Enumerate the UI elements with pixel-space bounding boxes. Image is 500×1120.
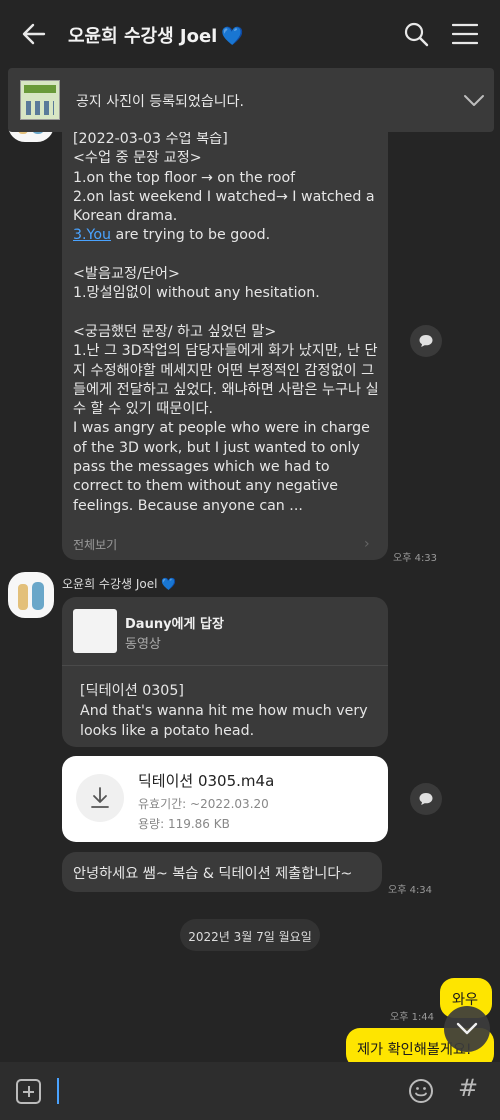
message-time: 오후 1:44	[390, 1012, 435, 1023]
reply-message-bubble[interactable]: Dauny에게 답장 동영상 [딕테이션 0305] And that's wa…	[62, 597, 388, 747]
reply-type: 동영상	[125, 637, 161, 652]
message-text: 안녕하세요 쌤~ 복습 & 딕테이션 제출합니다~	[73, 866, 353, 882]
file-name: 딕테이션 0305.m4a	[138, 772, 275, 790]
search-icon[interactable]	[402, 20, 430, 48]
chat-title: 오윤희 수강생 Joel 💙	[68, 22, 244, 48]
message-text-part: are trying to be good. <발음교정/단어> 1.망설임없이…	[73, 227, 379, 514]
message-time: 오후 4:34	[388, 885, 433, 896]
date-divider: 2022년 3월 7일 월요일	[180, 919, 320, 951]
share-button[interactable]	[410, 783, 442, 815]
message-input-bar: #	[0, 1062, 500, 1120]
video-thumbnail[interactable]	[73, 609, 117, 653]
message-input[interactable]	[54, 1074, 394, 1108]
speech-bubble-icon	[419, 335, 433, 347]
scroll-to-bottom-button[interactable]	[444, 1006, 490, 1052]
avatar[interactable]	[8, 572, 54, 618]
emoji-icon[interactable]	[408, 1078, 434, 1104]
back-arrow-icon[interactable]	[18, 18, 50, 50]
message-text: [2022-03-03 수업 복습] <수업 중 문장 교정> 1.on the…	[73, 130, 383, 516]
see-more-link[interactable]: 전체보기	[73, 536, 117, 553]
message-bubble[interactable]: 안녕하세요 쌤~ 복습 & 딕테이션 제출합니다~	[62, 852, 382, 892]
reply-target: Dauny에게 답장	[125, 617, 224, 632]
chat-title-text: 오윤희 수강생 Joel	[68, 26, 218, 47]
file-size: 용량: 119.86 KB	[138, 817, 230, 831]
message-time: 오후 4:33	[393, 553, 438, 564]
notice-banner[interactable]: 공지 사진이 등록되었습니다.	[8, 68, 494, 132]
chevron-down-icon[interactable]	[462, 90, 486, 110]
sender-name: 오윤희 수강생 Joel 💙	[62, 577, 177, 591]
date-divider-text: 2022년 3월 7일 월요일	[188, 930, 312, 944]
text-cursor	[57, 1078, 59, 1104]
divider	[62, 665, 388, 666]
notice-text: 공지 사진이 등록되었습니다.	[76, 94, 244, 110]
file-message-bubble[interactable]: 딕테이션 0305.m4a 유효기간: ~2022.03.20 용량: 119.…	[62, 756, 388, 842]
chevron-right-icon: ›	[364, 536, 370, 552]
file-expiry: 유효기간: ~2022.03.20	[138, 797, 269, 811]
message-text-part: [2022-03-03 수업 복습] <수업 중 문장 교정> 1.on the…	[73, 131, 375, 225]
chevron-down-icon	[456, 1022, 478, 1035]
message-text: [딕테이션 0305] And that's wanna hit me how …	[80, 683, 368, 739]
speech-bubble-icon	[419, 793, 433, 805]
download-icon[interactable]	[76, 774, 124, 822]
chat-header: 오윤희 수강생 Joel 💙	[0, 0, 500, 68]
notice-thumbnail	[20, 80, 60, 120]
share-button[interactable]	[410, 325, 442, 357]
message-link[interactable]: 3.You	[73, 227, 111, 243]
hash-button[interactable]: #	[458, 1074, 478, 1102]
plus-icon[interactable]	[16, 1079, 41, 1104]
message-bubble-long[interactable]: [2022-03-03 수업 복습] <수업 중 문장 교정> 1.on the…	[62, 112, 388, 560]
heart-emoji: 💙	[221, 26, 244, 47]
menu-icon[interactable]	[452, 22, 478, 46]
